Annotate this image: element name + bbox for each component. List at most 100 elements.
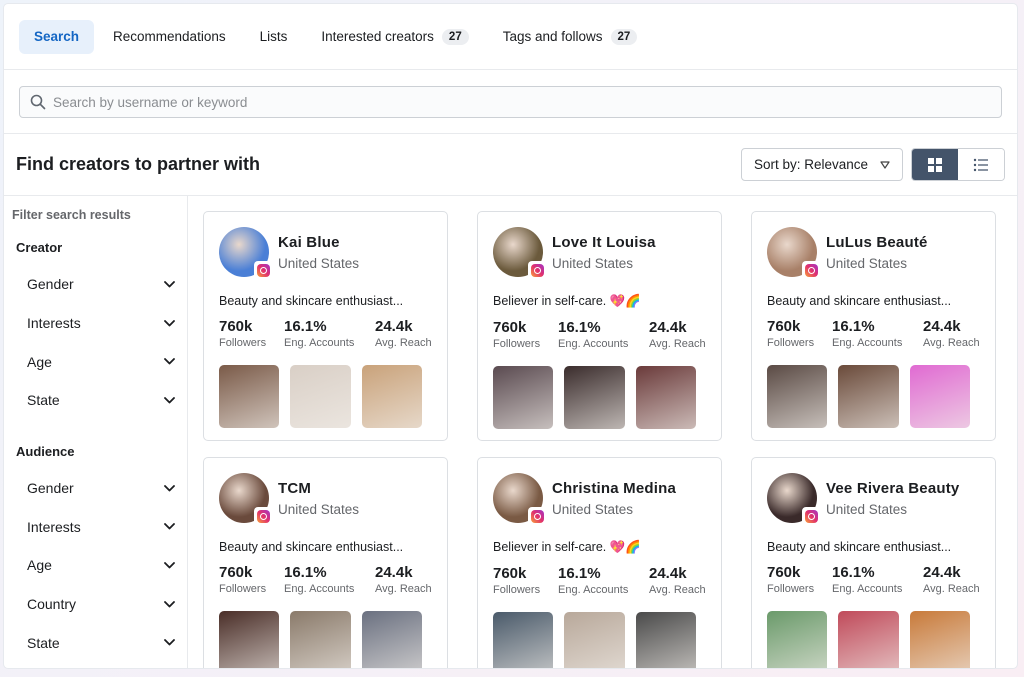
avatar[interactable]: [219, 227, 272, 279]
post-thumbnails: [767, 365, 981, 428]
avatar[interactable]: [767, 473, 820, 525]
creator-bio: Beauty and skincare enthusiast...: [219, 294, 404, 308]
header-controls: Sort by: Relevance: [740, 148, 1005, 181]
tab-lists[interactable]: Lists: [245, 20, 303, 54]
followers-value: 760k: [767, 318, 801, 335]
eng-accounts-label: Eng. Accounts: [832, 583, 903, 595]
creator-stats: 760k Followers 16.1% Eng. Accounts 24.4k Avg.…: [767, 318, 981, 349]
creator-filter-dropdown[interactable]: Interests: [4, 304, 187, 343]
post-thumbnail[interactable]: [493, 366, 554, 429]
avatar[interactable]: [767, 227, 820, 279]
post-thumbnail[interactable]: [290, 365, 351, 428]
creator-card[interactable]: TCM United States Beauty and skincare enth…: [203, 457, 448, 668]
tab-tags-and-follows[interactable]: Tags and follows 27: [488, 20, 653, 54]
instagram-icon: [528, 261, 546, 279]
followers-label: Followers: [219, 337, 267, 349]
audience-filter-dropdown[interactable]: Country: [4, 585, 187, 624]
tab-recommendations[interactable]: Recommendations: [98, 20, 241, 54]
post-thumbnail[interactable]: [564, 366, 625, 429]
avatar[interactable]: [493, 473, 546, 525]
post-thumbnail[interactable]: [838, 365, 899, 428]
avatar[interactable]: [219, 473, 272, 525]
search-input[interactable]: [53, 94, 953, 110]
tab-interested-creators[interactable]: Interested creators 27: [306, 20, 483, 54]
avg-reach-value: 24.4k: [649, 565, 687, 582]
creator-country: United States: [278, 255, 360, 271]
instagram-icon: [802, 261, 820, 279]
grid-view-button[interactable]: [912, 149, 958, 180]
creator-card[interactable]: Vee Rivera Beauty United States Beauty and…: [751, 457, 996, 668]
post-thumbnail[interactable]: [838, 611, 899, 668]
post-thumbnail[interactable]: [767, 365, 828, 428]
audience-filter-dropdown[interactable]: Gender: [4, 469, 187, 508]
post-thumbnail[interactable]: [564, 612, 625, 668]
filter-label: Gender: [27, 276, 74, 293]
eng-accounts-value: 16.1%: [832, 318, 875, 335]
creator-name[interactable]: Christina Medina: [552, 480, 676, 497]
creator-grid: Kai Blue United States Beauty and skincare…: [188, 196, 1017, 668]
filter-label: Interests: [27, 315, 81, 332]
app-window: Search Recommendations Lists Interested …: [4, 4, 1017, 668]
post-thumbnail[interactable]: [361, 611, 422, 668]
count-badge: 27: [441, 28, 469, 45]
chevron-down-icon: [164, 639, 175, 646]
post-thumbnail[interactable]: [219, 365, 280, 428]
creator-card[interactable]: Kai Blue United States Beauty and skincare…: [203, 211, 448, 441]
avg-reach-value: 24.4k: [375, 564, 413, 581]
post-thumbnail[interactable]: [909, 611, 970, 668]
creator-filter-dropdown[interactable]: Gender: [4, 265, 187, 304]
post-thumbnail[interactable]: [635, 366, 696, 429]
avatar[interactable]: [493, 227, 546, 279]
post-thumbnail[interactable]: [767, 611, 828, 668]
tab-bar: Search Recommendations Lists Interested …: [4, 4, 1017, 70]
creator-filter-dropdown[interactable]: State: [4, 381, 187, 420]
creator-card[interactable]: Love It Louisa United States Believer in s…: [477, 211, 722, 441]
filter-label: Gender: [27, 480, 74, 497]
content-area: Filter search results Creator Gender Inte…: [4, 196, 1017, 668]
followers-label: Followers: [219, 583, 267, 595]
eng-accounts-value: 16.1%: [558, 319, 601, 336]
creator-header: Christina Medina United States: [493, 473, 707, 525]
chevron-down-icon: [164, 523, 175, 530]
creator-bio: Beauty and skincare enthusiast...: [767, 294, 952, 308]
creator-card[interactable]: LuLus Beauté United States Beauty and skin…: [751, 211, 996, 441]
creator-name[interactable]: Vee Rivera Beauty: [826, 480, 959, 497]
creator-bio: Believer in self-care. 💖🌈: [493, 294, 641, 308]
audience-filter-dropdown[interactable]: Age: [4, 546, 187, 585]
creator-country: United States: [278, 501, 360, 517]
audience-filter-dropdown[interactable]: Interests: [4, 507, 187, 546]
creator-name[interactable]: TCM: [278, 480, 359, 497]
post-thumbnail[interactable]: [219, 611, 280, 668]
followers-label: Followers: [767, 583, 815, 595]
creator-filter-dropdown[interactable]: Age: [4, 342, 187, 381]
post-thumbnail[interactable]: [635, 612, 696, 668]
filter-sidebar: Filter search results Creator Gender Inte…: [4, 196, 188, 668]
search-icon: [30, 94, 46, 110]
audience-filter-dropdown[interactable]: State: [4, 624, 187, 663]
creator-header: LuLus Beauté United States: [767, 227, 981, 279]
followers-label: Followers: [767, 337, 815, 349]
post-thumbnails: [767, 611, 981, 668]
post-thumbnail[interactable]: [909, 365, 970, 428]
creator-name[interactable]: LuLus Beauté: [826, 234, 928, 251]
post-thumbnail[interactable]: [361, 365, 422, 428]
followers-value: 760k: [767, 564, 801, 581]
post-thumbnail[interactable]: [290, 611, 351, 668]
sort-label: Sort by: Relevance: [753, 157, 868, 172]
creator-name[interactable]: Kai Blue: [278, 234, 359, 251]
filter-label: Age: [27, 353, 52, 370]
tab-search[interactable]: Search: [19, 19, 95, 54]
page-title: Find creators to partner with: [16, 154, 261, 174]
post-thumbnail[interactable]: [493, 612, 554, 668]
view-toggle: [911, 148, 1005, 181]
list-view-button[interactable]: [958, 149, 1004, 180]
sort-dropdown[interactable]: Sort by: Relevance: [740, 148, 903, 181]
count-badge: 27: [610, 28, 638, 45]
creator-header: Kai Blue United States: [219, 227, 433, 279]
creator-name[interactable]: Love It Louisa: [552, 234, 656, 251]
search-box[interactable]: [19, 86, 1002, 118]
creator-card[interactable]: Christina Medina United States Believer in…: [477, 457, 722, 668]
creator-country: United States: [826, 501, 908, 517]
followers-value: 760k: [219, 318, 253, 335]
creator-header: TCM United States: [219, 473, 433, 525]
